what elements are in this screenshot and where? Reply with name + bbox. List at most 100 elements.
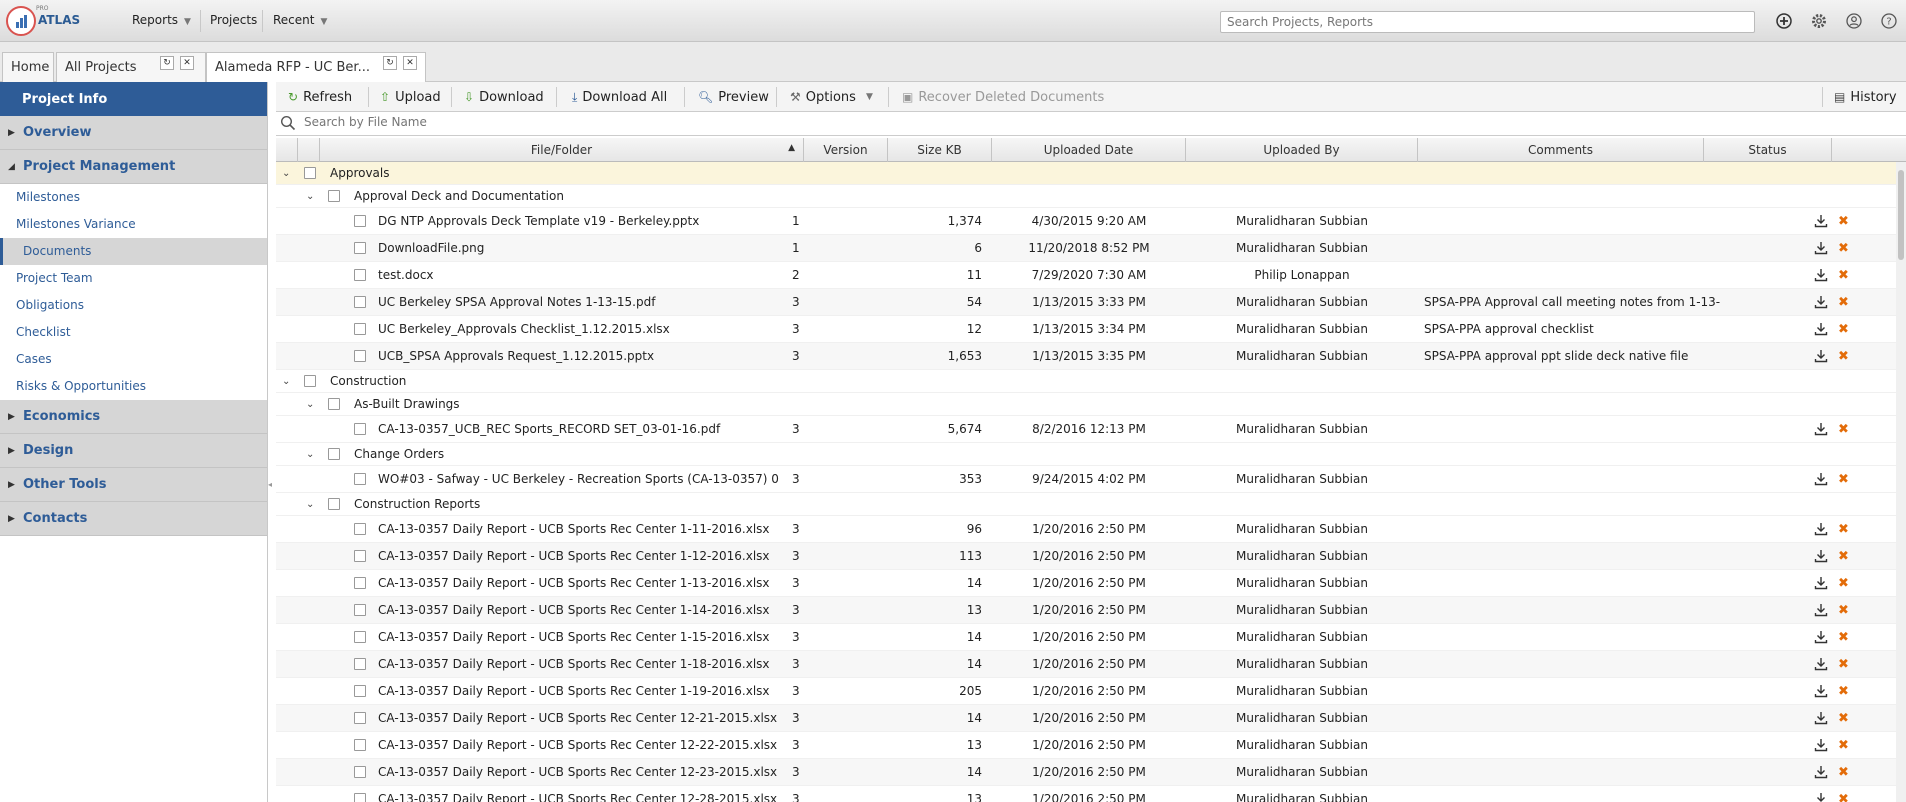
help-icon[interactable]: ? <box>1880 12 1898 30</box>
sidebar-item-milestones[interactable]: Milestones <box>0 184 267 211</box>
file-row[interactable]: CA-13-0357 Daily Report - UCB Sports Rec… <box>276 570 1896 597</box>
tab-home[interactable]: Home <box>2 52 54 82</box>
download-icon[interactable] <box>1814 289 1832 315</box>
delete-icon[interactable]: ✖ <box>1838 543 1854 569</box>
delete-icon[interactable]: ✖ <box>1838 651 1854 677</box>
download-icon[interactable] <box>1814 343 1832 369</box>
row-checkbox[interactable] <box>328 443 342 465</box>
file-row[interactable]: UC Berkeley_Approvals Checklist_1.12.201… <box>276 316 1896 343</box>
scrollbar-thumb[interactable] <box>1898 170 1904 260</box>
row-checkbox[interactable] <box>354 235 368 261</box>
chevron-down-icon[interactable]: ⌄ <box>306 393 320 415</box>
delete-icon[interactable]: ✖ <box>1838 208 1854 234</box>
folder-row[interactable]: ⌄ Change Orders <box>276 443 1896 466</box>
nav-recent[interactable]: Recent ▼ <box>273 13 327 27</box>
tab-refresh-icon[interactable]: ↻ <box>383 56 397 70</box>
header-version[interactable]: Version <box>804 138 888 162</box>
sidebar-item-documents[interactable]: Documents <box>0 238 267 265</box>
delete-icon[interactable]: ✖ <box>1838 570 1854 596</box>
row-checkbox[interactable] <box>354 732 368 758</box>
row-checkbox[interactable] <box>354 651 368 677</box>
download-all-button[interactable]: ⤓ Download All <box>566 86 673 108</box>
download-icon[interactable] <box>1814 262 1832 288</box>
sidebar-item-cases[interactable]: Cases <box>0 346 267 373</box>
folder-row[interactable]: ⌄ Approvals <box>276 162 1896 185</box>
download-icon[interactable] <box>1814 732 1832 758</box>
row-checkbox[interactable] <box>328 493 342 515</box>
file-row[interactable]: test.docx 2 11 7/29/2020 7:30 AM Philip Lona… <box>276 262 1896 289</box>
file-row[interactable]: CA-13-0357 Daily Report - UCB Sports Rec… <box>276 732 1896 759</box>
download-icon[interactable] <box>1814 543 1832 569</box>
file-row[interactable]: CA-13-0357 Daily Report - UCB Sports Rec… <box>276 597 1896 624</box>
download-icon[interactable] <box>1814 316 1832 342</box>
folder-row[interactable]: ⌄ Construction <box>276 370 1896 393</box>
tab-close-icon[interactable]: ✕ <box>403 56 417 70</box>
delete-icon[interactable]: ✖ <box>1838 786 1854 802</box>
recover-deleted-button[interactable]: ▣ Recover Deleted Documents <box>896 86 1110 108</box>
file-search-input[interactable] <box>304 115 904 129</box>
download-icon[interactable] <box>1814 705 1832 731</box>
row-checkbox[interactable] <box>354 624 368 650</box>
delete-icon[interactable]: ✖ <box>1838 678 1854 704</box>
file-row[interactable]: CA-13-0357 Daily Report - UCB Sports Rec… <box>276 678 1896 705</box>
file-row[interactable]: CA-13-0357 Daily Report - UCB Sports Rec… <box>276 705 1896 732</box>
upload-button[interactable]: ⇧ Upload <box>374 86 447 108</box>
sidebar-section-project-management[interactable]: ◢ Project Management <box>0 150 267 184</box>
file-row[interactable]: DownloadFile.png 1 6 11/20/2018 8:52 PM Mura… <box>276 235 1896 262</box>
delete-icon[interactable]: ✖ <box>1838 705 1854 731</box>
download-icon[interactable] <box>1814 678 1832 704</box>
row-checkbox[interactable] <box>354 289 368 315</box>
chevron-down-icon[interactable]: ⌄ <box>306 443 320 465</box>
row-checkbox[interactable] <box>304 162 318 184</box>
folder-row[interactable]: ⌄ Construction Reports <box>276 493 1896 516</box>
header-uploaded-date[interactable]: Uploaded Date <box>992 138 1186 162</box>
file-row[interactable]: UCB_SPSA Approvals Request_1.12.2015.ppt… <box>276 343 1896 370</box>
chevron-down-icon[interactable]: ⌄ <box>282 162 296 184</box>
chevron-down-icon[interactable]: ⌄ <box>282 370 296 392</box>
file-row[interactable]: DG NTP Approvals Deck Template v19 - Ber… <box>276 208 1896 235</box>
file-row[interactable]: CA-13-0357_UCB_REC Sports_RECORD SET_03-… <box>276 416 1896 443</box>
sidebar-section-overview[interactable]: ▶ Overview <box>0 116 267 150</box>
file-row[interactable]: WO#03 - Safway - UC Berkeley - Recreatio… <box>276 466 1896 493</box>
download-icon[interactable] <box>1814 416 1832 442</box>
chevron-down-icon[interactable]: ⌄ <box>306 185 320 207</box>
atlas-logo[interactable] <box>6 6 36 36</box>
header-uploaded-by[interactable]: Uploaded By <box>1186 138 1418 162</box>
download-icon[interactable] <box>1814 786 1832 802</box>
download-icon[interactable] <box>1814 597 1832 623</box>
delete-icon[interactable]: ✖ <box>1838 759 1854 785</box>
download-icon[interactable] <box>1814 466 1832 492</box>
delete-icon[interactable]: ✖ <box>1838 316 1854 342</box>
row-checkbox[interactable] <box>354 705 368 731</box>
delete-icon[interactable]: ✖ <box>1838 466 1854 492</box>
folder-row[interactable]: ⌄ As-Built Drawings <box>276 393 1896 416</box>
history-button[interactable]: ▤ History <box>1828 86 1903 108</box>
row-checkbox[interactable] <box>354 416 368 442</box>
row-checkbox[interactable] <box>354 759 368 785</box>
nav-projects[interactable]: Projects <box>210 13 257 27</box>
tab-close-icon[interactable]: ✕ <box>180 56 194 70</box>
delete-icon[interactable]: ✖ <box>1838 289 1854 315</box>
sidebar-item-checklist[interactable]: Checklist <box>0 319 267 346</box>
file-row[interactable]: CA-13-0357 Daily Report - UCB Sports Rec… <box>276 624 1896 651</box>
row-checkbox[interactable] <box>354 516 368 542</box>
file-row[interactable]: CA-13-0357 Daily Report - UCB Sports Rec… <box>276 543 1896 570</box>
options-button[interactable]: ⚒ Options ▼ <box>784 86 879 108</box>
delete-icon[interactable]: ✖ <box>1838 732 1854 758</box>
delete-icon[interactable]: ✖ <box>1838 343 1854 369</box>
file-row[interactable]: UC Berkeley SPSA Approval Notes 1-13-15.… <box>276 289 1896 316</box>
sidebar-section-other-tools[interactable]: ▶ Other Tools <box>0 468 267 502</box>
row-checkbox[interactable] <box>354 208 368 234</box>
user-icon[interactable] <box>1845 12 1863 30</box>
row-checkbox[interactable] <box>354 597 368 623</box>
row-checkbox[interactable] <box>304 370 318 392</box>
gear-icon[interactable] <box>1810 12 1828 30</box>
sidebar-section-contacts[interactable]: ▶ Contacts <box>0 502 267 536</box>
sidebar-item-risks-opportunities[interactable]: Risks & Opportunities <box>0 373 267 400</box>
row-checkbox[interactable] <box>354 543 368 569</box>
tab-refresh-icon[interactable]: ↻ <box>160 56 174 70</box>
preview-button[interactable]: 🔍︎ Preview <box>692 86 775 108</box>
delete-icon[interactable]: ✖ <box>1838 516 1854 542</box>
download-icon[interactable] <box>1814 235 1832 261</box>
delete-icon[interactable]: ✖ <box>1838 235 1854 261</box>
